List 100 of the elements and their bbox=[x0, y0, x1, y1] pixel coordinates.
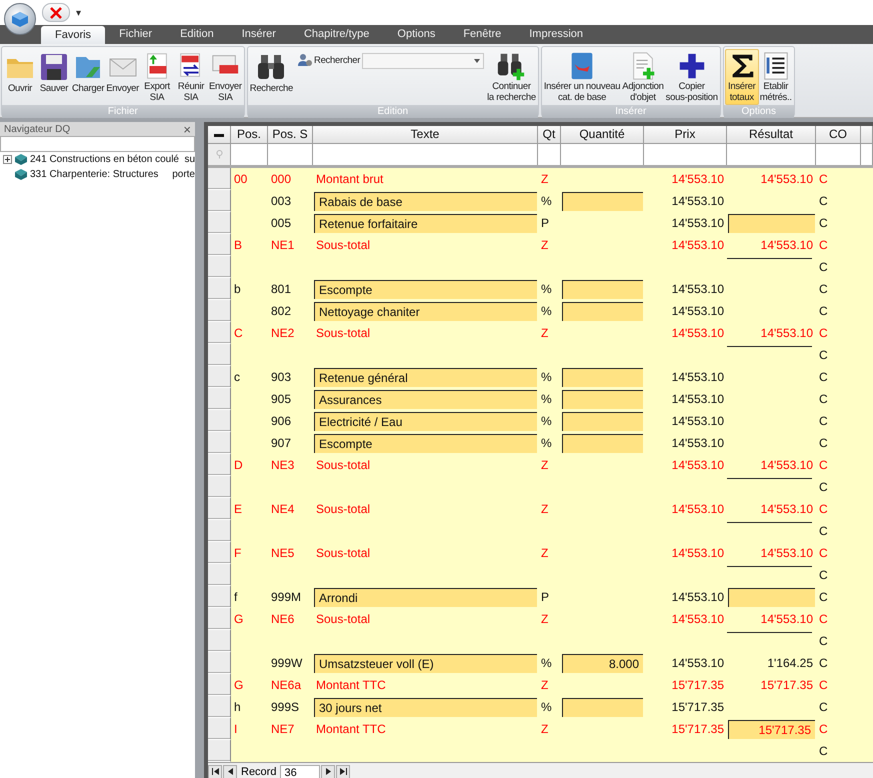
row-selector[interactable] bbox=[208, 652, 231, 674]
tree-item[interactable]: 331 Charpenterie: Structures bbox=[30, 169, 158, 180]
last-record-button[interactable] bbox=[336, 764, 350, 778]
column-header[interactable]: Pos. bbox=[231, 126, 268, 144]
quantity-field[interactable] bbox=[562, 390, 643, 409]
record-field[interactable]: 36 bbox=[280, 764, 320, 778]
position-cell-text: 00 bbox=[233, 171, 248, 188]
expand-toggle[interactable] bbox=[3, 155, 12, 164]
ribbon-tab[interactable]: Favoris bbox=[41, 26, 106, 44]
text-field[interactable]: Arrondi bbox=[314, 588, 537, 607]
ribbon-button[interactable]: Ouvrir bbox=[3, 49, 37, 105]
ribbon-button[interactable]: Export SIA bbox=[140, 49, 174, 105]
ribbon-button[interactable]: Copier sous-position bbox=[664, 49, 719, 105]
text-field[interactable]: Electricité / Eau bbox=[314, 412, 537, 431]
row-selector[interactable] bbox=[208, 432, 231, 454]
close-button[interactable]: × bbox=[183, 122, 191, 136]
row-selector[interactable] bbox=[208, 300, 231, 322]
text-field[interactable]: Assurances bbox=[314, 390, 537, 409]
row-selector[interactable] bbox=[208, 388, 231, 410]
column-header[interactable]: Prix bbox=[644, 126, 727, 144]
row-selector[interactable] bbox=[208, 454, 231, 476]
column-header[interactable]: Pos. S bbox=[268, 126, 313, 144]
text-field[interactable]: Rabais de base bbox=[314, 192, 537, 211]
unit-cell-text: Z bbox=[540, 677, 550, 694]
ribbon-button[interactable]: Envoyer SIA bbox=[208, 49, 243, 105]
ribbon-tab[interactable]: Fenêtre bbox=[449, 25, 516, 44]
row-selector[interactable] bbox=[208, 366, 231, 388]
text-field[interactable]: Nettoyage chaniter bbox=[314, 302, 537, 321]
ribbon-tab[interactable]: Fichier bbox=[105, 25, 166, 44]
tree-item[interactable]: 241 Constructions en béton coulé bbox=[30, 154, 179, 165]
row-selector[interactable] bbox=[208, 190, 231, 212]
quantity-field[interactable] bbox=[562, 698, 643, 717]
ribbon-button[interactable]: Charger bbox=[71, 49, 106, 105]
row-selector[interactable] bbox=[208, 630, 231, 652]
row-selector[interactable] bbox=[208, 256, 231, 278]
ribbon-tab[interactable]: Impression bbox=[515, 25, 598, 44]
ribbon-button[interactable]: Sauver bbox=[37, 49, 71, 105]
quantity-field[interactable] bbox=[562, 192, 643, 211]
quantity-field[interactable] bbox=[562, 368, 643, 387]
column-header[interactable]: Texte bbox=[313, 126, 538, 144]
row-selector[interactable] bbox=[208, 564, 231, 586]
row-selector[interactable] bbox=[208, 168, 231, 190]
column-header[interactable] bbox=[861, 126, 873, 144]
text-field[interactable]: 30 jours net bbox=[314, 698, 537, 717]
text-field[interactable]: Retenue forfaitaire bbox=[314, 214, 537, 233]
ribbon-button[interactable]: Etablir métrés.. bbox=[758, 49, 793, 105]
column-header[interactable]: Qt bbox=[538, 126, 561, 144]
column-header[interactable]: Résultat bbox=[727, 126, 816, 144]
subposition-cell-text: 802 bbox=[270, 303, 292, 320]
text-field[interactable]: Retenue général bbox=[314, 368, 537, 387]
ribbon-tab[interactable]: Edition bbox=[166, 25, 228, 44]
price-cell-text: 15'717.35 bbox=[670, 721, 725, 738]
row-selector[interactable] bbox=[208, 498, 231, 520]
subposition-cell-text: NE5 bbox=[270, 545, 296, 562]
row-selector[interactable] bbox=[208, 476, 231, 498]
quantity-field[interactable] bbox=[562, 302, 643, 321]
result-field[interactable] bbox=[728, 588, 815, 607]
row-selector[interactable] bbox=[208, 542, 231, 564]
ribbon-button[interactable]: Adjonction d'objet bbox=[621, 49, 665, 105]
ribbon-button[interactable]: Continuer la recherche bbox=[486, 49, 537, 105]
row-selector[interactable] bbox=[208, 674, 231, 696]
result-field[interactable] bbox=[728, 214, 815, 233]
ribbon-button[interactable]: Réunir SIA bbox=[174, 49, 208, 105]
row-selector[interactable] bbox=[208, 696, 231, 718]
app-menu-button[interactable] bbox=[4, 2, 36, 34]
close-button[interactable] bbox=[42, 3, 70, 22]
search-button[interactable]: Rechercher bbox=[298, 53, 360, 67]
quick-access-menu[interactable]: ▾ bbox=[76, 6, 81, 18]
row-selector[interactable] bbox=[208, 278, 231, 300]
row-selector[interactable] bbox=[208, 608, 231, 630]
collapse-all-button[interactable] bbox=[208, 126, 231, 144]
text-field[interactable]: Escompte bbox=[314, 434, 537, 453]
first-record-button[interactable] bbox=[208, 764, 222, 778]
quantity-field[interactable] bbox=[562, 434, 643, 453]
row-selector[interactable] bbox=[208, 520, 231, 542]
filter-field[interactable] bbox=[0, 136, 195, 152]
quantity-field[interactable] bbox=[562, 412, 643, 431]
position-cell-text: b bbox=[233, 281, 242, 298]
ribbon-button[interactable]: Insérer un nouveau cat. de base bbox=[542, 49, 622, 105]
row-selector[interactable] bbox=[208, 322, 231, 344]
ribbon-button[interactable]: Insérer totaux bbox=[724, 49, 759, 105]
row-selector[interactable] bbox=[208, 410, 231, 432]
row-selector[interactable] bbox=[208, 718, 231, 740]
next-record-button[interactable] bbox=[321, 764, 336, 778]
text-field[interactable]: Escompte bbox=[314, 280, 537, 299]
row-selector[interactable] bbox=[208, 344, 231, 366]
ribbon-button[interactable]: Envoyer bbox=[105, 49, 140, 105]
quantity-field[interactable]: 8.000 bbox=[562, 654, 643, 673]
column-header[interactable]: Quantité bbox=[561, 126, 644, 144]
ribbon-tab[interactable]: Insérer bbox=[228, 25, 290, 44]
previous-record-button[interactable] bbox=[223, 764, 237, 778]
text-field[interactable]: Umsatzsteuer voll (E) bbox=[314, 654, 537, 673]
quantity-field[interactable] bbox=[562, 280, 643, 299]
ribbon-button[interactable]: Recherche bbox=[248, 49, 294, 105]
row-selector[interactable] bbox=[208, 234, 231, 256]
row-selector[interactable] bbox=[208, 586, 231, 608]
row-selector[interactable] bbox=[208, 212, 231, 234]
ribbon-tab[interactable]: Chapitre/type bbox=[290, 25, 384, 44]
ribbon-tab[interactable]: Options bbox=[383, 25, 450, 44]
column-header[interactable]: CO bbox=[816, 126, 861, 144]
